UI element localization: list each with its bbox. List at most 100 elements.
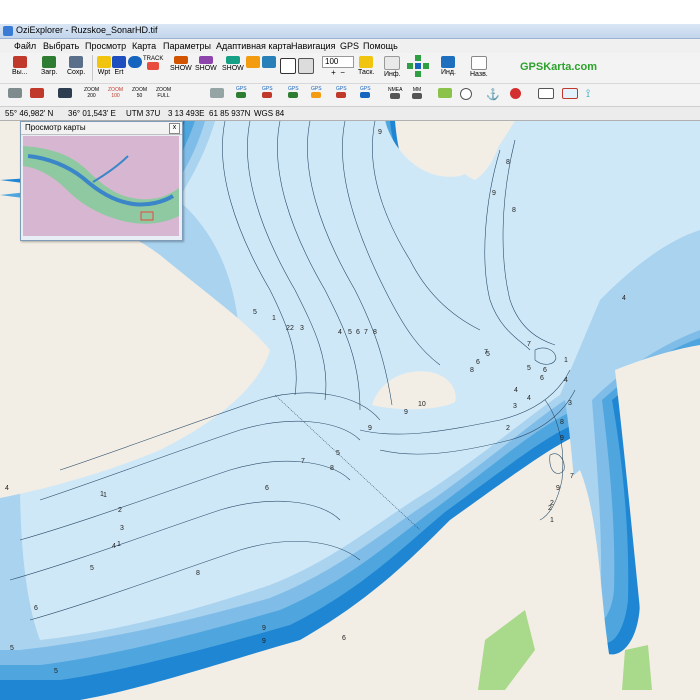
overview-window[interactable]: Просмотр карты x <box>20 121 183 241</box>
menu-moving-map[interactable]: Адаптивная карта <box>216 41 291 51</box>
depth-label: 4 <box>338 329 342 336</box>
info-button[interactable]: Инф. <box>384 56 401 78</box>
gps-button-5[interactable]: GPS <box>336 86 347 99</box>
depth-label: 7 <box>364 329 368 336</box>
depth-label: 1 <box>103 492 107 499</box>
depth-label: 9 <box>262 638 266 645</box>
menu-file[interactable]: Файл <box>14 41 36 51</box>
overview-button[interactable] <box>298 58 314 75</box>
back-button[interactable]: Назв. <box>470 56 488 78</box>
depth-label: 8 <box>330 465 334 472</box>
zoom-select[interactable]: 100 + − <box>322 56 354 77</box>
depth-label: 1 <box>272 315 276 322</box>
depth-label: 8 <box>512 207 516 214</box>
ruler-button[interactable] <box>8 88 22 99</box>
target-button[interactable] <box>460 88 472 101</box>
depth-label: 4 <box>527 395 531 402</box>
zoom-200-button[interactable]: ZOOM 200 <box>84 87 99 99</box>
gps-button-1[interactable]: GPS <box>236 86 247 99</box>
info-label: Инф. <box>384 71 401 78</box>
gps-button-3[interactable]: GPS <box>288 86 299 99</box>
depth-label: 6 <box>342 635 346 642</box>
depth-label: 6 <box>476 359 480 366</box>
trace-button[interactable] <box>30 88 44 99</box>
gps-icon <box>262 92 273 98</box>
copy-map-button[interactable] <box>58 88 72 99</box>
show-route-button[interactable]: SHOW <box>195 56 217 72</box>
depth-label: 6 <box>34 605 38 612</box>
chart-button[interactable] <box>562 88 578 100</box>
depth-label: 1 <box>564 357 568 364</box>
latitude-readout: 55° 46,982' N <box>5 109 54 118</box>
event-button[interactable]: Ert <box>112 56 126 76</box>
gps-button-4[interactable]: GPS <box>311 86 322 99</box>
northing-readout: 61 85 937N <box>209 109 251 118</box>
overview-map[interactable] <box>23 136 179 236</box>
zoom-full-label: ZOOM FULL <box>156 87 171 99</box>
zoom-100-button[interactable]: ZOOM 100 <box>108 87 123 99</box>
wpt-button[interactable]: Wpt <box>97 56 111 76</box>
landmark-button[interactable] <box>438 88 452 99</box>
landmark-icon <box>438 88 452 98</box>
gps-icon <box>288 92 299 98</box>
gps-button-6[interactable]: GPS <box>360 86 371 99</box>
gps-icon <box>236 92 247 98</box>
zoom-in-out-icon[interactable]: + − <box>331 68 345 77</box>
zoom-value[interactable]: 100 <box>322 56 354 68</box>
gps-button-2[interactable]: GPS <box>262 86 273 99</box>
antenna-button[interactable]: ⟟ <box>586 88 590 101</box>
save-button[interactable]: Сохр. <box>67 56 85 76</box>
menu-options[interactable]: Параметры <box>163 41 211 51</box>
zoom-200-label: ZOOM 200 <box>84 87 99 99</box>
overview-close-button[interactable]: x <box>169 123 180 134</box>
depth-label: 8 <box>470 367 474 374</box>
info-icon <box>384 56 401 70</box>
menu-navigation[interactable]: Навигация <box>291 41 335 51</box>
name-icon <box>262 56 276 68</box>
load-button[interactable]: Загр. <box>41 56 58 76</box>
utm-zone-readout: UTM 37U <box>126 109 161 118</box>
menu-select[interactable]: Выбрать <box>43 41 79 51</box>
depth-label: 4 <box>5 485 9 492</box>
app-icon <box>3 26 13 36</box>
easting-readout: 3 13 493E <box>168 109 205 118</box>
save-icon <box>69 56 84 68</box>
zoom-tool-button[interactable] <box>280 58 296 75</box>
depth-label: 9 <box>556 485 560 492</box>
task-button[interactable]: Таск. <box>358 56 374 76</box>
pan-arrows-icon <box>407 55 429 77</box>
mm-button[interactable]: MM <box>412 87 422 100</box>
track-button[interactable]: TRACK <box>143 56 163 71</box>
name-button[interactable] <box>262 56 276 69</box>
pan-button[interactable] <box>407 55 429 77</box>
print-button[interactable] <box>210 88 224 99</box>
load-icon <box>42 56 57 68</box>
stop-button[interactable] <box>510 88 521 100</box>
target-icon <box>460 88 472 100</box>
chart-icon <box>562 88 578 99</box>
menu-view[interactable]: Просмотр <box>85 41 126 51</box>
menu-map[interactable]: Карта <box>132 41 156 51</box>
exit-button[interactable]: Вы... <box>12 56 28 76</box>
anchor-button[interactable]: ⚓ <box>486 88 500 101</box>
route-button[interactable] <box>128 56 142 69</box>
brand-logo: GPSKarta.com <box>520 61 598 73</box>
exit-icon <box>12 56 27 68</box>
show-track-button[interactable]: SHOW <box>170 56 192 72</box>
overview-header[interactable]: Просмотр карты x <box>21 122 182 135</box>
map-list-button[interactable] <box>246 56 260 69</box>
nmea-button[interactable]: NMEA <box>388 87 402 100</box>
lock-icon <box>359 56 374 68</box>
ind-label: Инд. <box>441 69 456 76</box>
zoom-50-button[interactable]: ZOOM 50 <box>132 87 147 99</box>
show-wpt-button[interactable]: SHOW <box>222 56 244 72</box>
depth-label: 5 <box>90 565 94 572</box>
menu-gps[interactable]: GPS <box>340 41 359 51</box>
depth-label: 7 <box>527 341 531 348</box>
depth-label: 8 <box>196 570 200 577</box>
ind-button[interactable]: Инд. <box>441 56 456 76</box>
window-button[interactable] <box>538 88 554 100</box>
menu-help[interactable]: Помощь <box>363 41 398 51</box>
back-label: Назв. <box>470 71 488 78</box>
zoom-full-button[interactable]: ZOOM FULL <box>156 87 171 99</box>
